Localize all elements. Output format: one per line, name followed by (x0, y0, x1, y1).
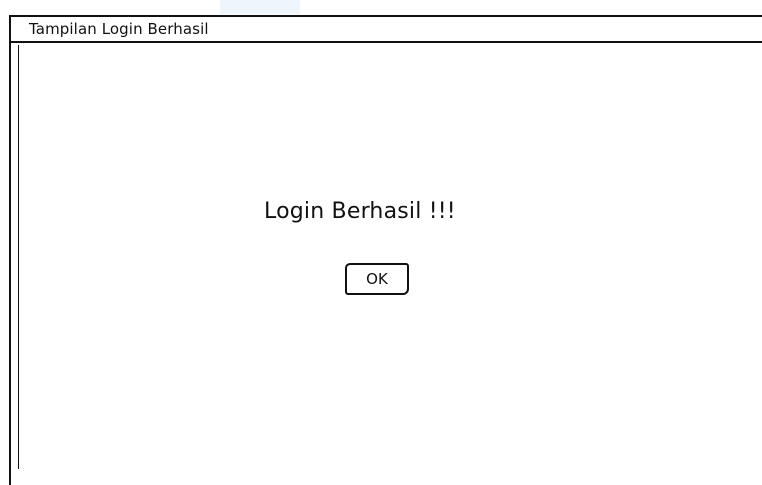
app-window: Tampilan Login Berhasil Login Berhasil !… (9, 15, 762, 485)
window-inner-edge (18, 45, 19, 469)
window-titlebar: Tampilan Login Berhasil (11, 17, 762, 43)
header-accent (220, 0, 300, 14)
success-message: Login Berhasil !!! (264, 199, 456, 224)
window-title: Tampilan Login Berhasil (29, 20, 209, 38)
ok-button[interactable]: OK (345, 263, 409, 295)
